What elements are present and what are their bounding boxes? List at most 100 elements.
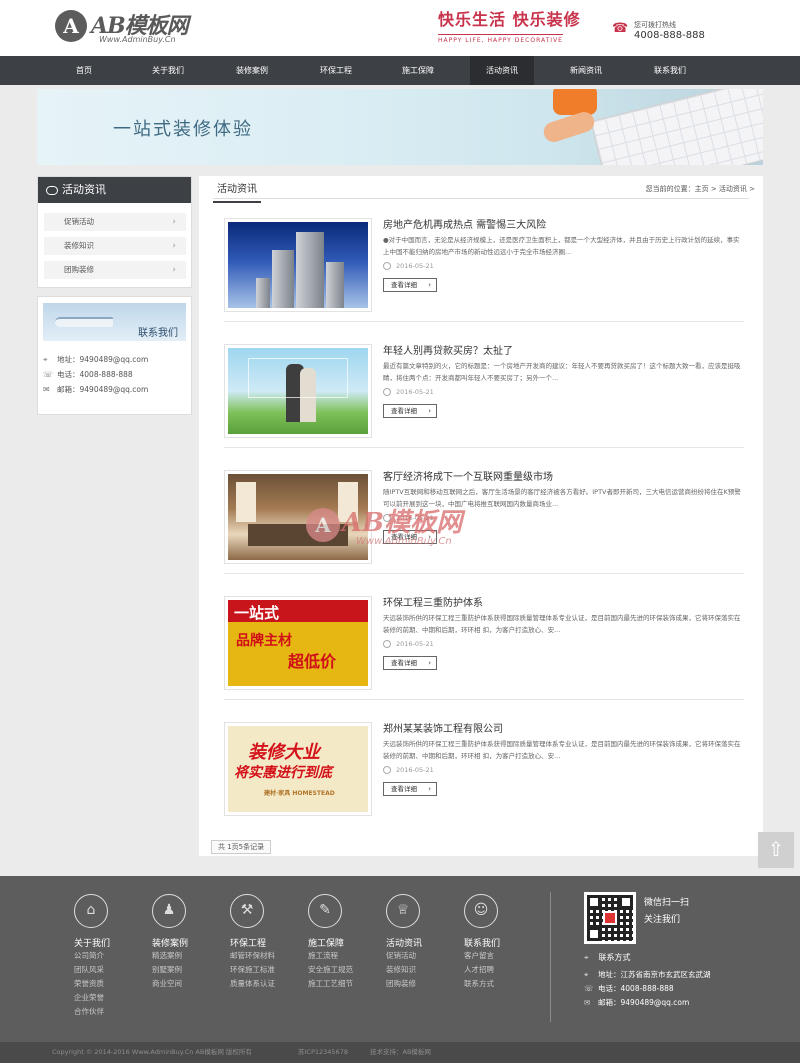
article-title[interactable]: 郑州某某装饰工程有限公司 [383,720,503,735]
footer-column-title[interactable]: 施工保障 [308,936,378,949]
article-date-text: 2016-05-21 [396,766,434,774]
article-date: 2016-05-21 [383,766,434,774]
footer-link[interactable]: 公司简介 [74,949,144,963]
site-logo[interactable]: A AB模板网 Www.AdminBuy.Cn [55,8,205,48]
sidebar-item-promotions[interactable]: 促销活动 › [44,213,186,231]
footer-link[interactable]: 环保施工标准 [230,963,300,977]
article-thumbnail[interactable]: 一站式 品牌主材 超低价 [224,596,372,690]
header-slogan: 快乐生活 快乐装修 HAPPY LIFE, HAPPY DECORATIVE [438,6,588,50]
article-date: 2016-05-21 [383,262,434,270]
article-date: 2016-05-21 [383,388,434,396]
phone-icon: ☏ [43,370,54,379]
footer-column-title[interactable]: 活动资讯 [386,936,456,949]
chevron-right-icon: › [428,281,431,289]
back-to-top-button[interactable]: ⇧ [758,832,794,868]
footer-link[interactable]: 企业荣誉 [74,991,144,1005]
list-item: 装修大业 将实惠进行到底 建材·家具 HOMESTEAD 郑州某某装饰工程有限公… [224,722,744,822]
chevron-right-icon: › [172,217,176,227]
breadcrumb[interactable]: 您当前的位置：主页 > 活动资讯 > [646,184,755,194]
nav-item-cases[interactable]: 装修案例 [220,56,284,85]
view-detail-button[interactable]: 查看详细 › [383,782,437,796]
article-title[interactable]: 年轻人别再贷款买房？太扯了 [383,342,513,357]
nav-item-contact[interactable]: 联系我们 [638,56,702,85]
wechat-qr-code [584,892,636,944]
footer-link[interactable]: 促销活动 [386,949,456,963]
cloud-icon [46,185,58,195]
view-detail-button[interactable]: 查看详细 › [383,530,437,544]
footer-link[interactable]: 精选案例 [152,949,222,963]
article-summary: 随IPTV互联网和移动互联网之后，客厅生活场景的客厅经济被各方看好。IPTV者即… [383,488,741,508]
location-icon: ⌖ [584,953,589,962]
footer-link[interactable]: 安全施工规范 [308,963,378,977]
thumb-text: 一站式 [234,604,280,622]
arrow-up-icon: ⇧ [767,837,785,861]
article-thumbnail[interactable] [224,344,372,438]
page-banner: 一站式装修体验 [37,89,763,165]
icp-number[interactable]: 苏ICP12345678 [298,1042,348,1063]
list-item: 客厅经济将成下一个互联网重量级市场 随IPTV互联网和移动互联网之后，客厅生活场… [224,468,744,574]
footer-link[interactable]: 施工流程 [308,949,378,963]
button-label: 查看详细 [391,407,417,415]
footer-link[interactable]: 团购装修 [386,977,456,991]
worker-image [533,89,603,165]
nav-item-home[interactable]: 首页 [52,56,116,85]
footer-link[interactable]: 人才招聘 [464,963,534,977]
sidebar-title-text: 活动资讯 [62,183,106,196]
article-title[interactable]: 房地产危机再成热点 需警惕三大风险 [383,216,546,231]
article-summary: 天远装饰所供的环保工程三重防护体系获得国际质量管理体系专业认证，是目前国内最先进… [383,614,741,634]
thumb-text: 将实惠进行到底 [234,765,332,781]
wechat-follow-label: 关注我们 [644,915,681,925]
location-icon: ⌖ [584,970,589,979]
site-footer: ⌂ 关于我们 公司简介 团队风采 荣誉资质 企业荣誉 合作伙伴 ♟ 装修案例 精… [0,876,800,1042]
nav-item-about[interactable]: 关于我们 [136,56,200,85]
article-date-text: 2016-05-21 [396,640,434,648]
sidebar-title: 活动资讯 [38,177,191,203]
airplane-image [55,317,113,327]
thumb-text: 品牌主材 [236,633,292,649]
footer-link[interactable]: 别墅案例 [152,963,222,977]
nav-item-eco[interactable]: 环保工程 [304,56,368,85]
footer-link[interactable]: 装修知识 [386,963,456,977]
footer-link[interactable]: 合作伙伴 [74,1005,144,1019]
thumb-text: 超低价 [288,652,337,671]
article-title[interactable]: 客厅经济将成下一个互联网重量级市场 [383,468,553,483]
article-title[interactable]: 环保工程三重防护体系 [383,594,483,609]
article-summary: 最近有篇文章特别的火，它的标题是：一个房地产开发商的建议：年轻人不要再贷款买房了… [383,362,741,382]
footer-column-title[interactable]: 装修案例 [152,936,222,949]
view-detail-button[interactable]: 查看详细 › [383,656,437,670]
slogan-en: HAPPY LIFE, HAPPY DECORATIVE [438,34,563,44]
footer-column-title[interactable]: 关于我们 [74,936,144,949]
trophy-icon: ♕ [386,894,420,928]
contact-banner-image: 联系我们 [43,303,186,341]
footer-column-title[interactable]: 环保工程 [230,936,300,949]
nav-item-construction[interactable]: 施工保障 [386,56,450,85]
article-thumbnail[interactable] [224,470,372,564]
footer-link[interactable]: 客户留言 [464,949,534,963]
sidebar-item-groupbuy[interactable]: 团购装修 › [44,261,186,279]
footer-link[interactable]: 荣誉资质 [74,977,144,991]
footer-link[interactable]: 团队风采 [74,963,144,977]
hotline-number: 4008-888-888 [634,30,705,41]
tech-support[interactable]: 技术支持：AB模板网 [370,1042,431,1063]
view-detail-button[interactable]: 查看详细 › [383,404,437,418]
footer-link[interactable]: 邮管环保材料 [230,949,300,963]
view-detail-button[interactable]: 查看详细 › [383,278,437,292]
nav-item-news[interactable]: 新闻资讯 [554,56,618,85]
nav-item-activities[interactable]: 活动资讯 [470,56,534,85]
site-header: A AB模板网 Www.AdminBuy.Cn 快乐生活 快乐装修 HAPPY … [0,0,800,56]
footer-contact-phone: ☏ 电话：4008-888-888 [584,983,674,994]
sidebar-item-label: 装修知识 [64,241,94,250]
article-summary: ●对于中国而言，无论是从经济规模上，还是医疗卫生面积上，都是一个大型经济体，并且… [383,236,740,256]
footer-column-title[interactable]: 联系我们 [464,936,534,949]
footer-link[interactable]: 施工工艺细节 [308,977,378,991]
contact-value[interactable]: 9490489@qq.com [80,385,149,394]
footer-link[interactable]: 商业空间 [152,977,222,991]
sidebar-item-knowledge[interactable]: 装修知识 › [44,237,186,255]
article-thumbnail[interactable]: 装修大业 将实惠进行到底 建材·家具 HOMESTEAD [224,722,372,816]
button-label: 查看详细 [391,533,417,541]
footer-link[interactable]: 质量体系认证 [230,977,300,991]
article-thumbnail[interactable] [224,218,372,312]
footer-link[interactable]: 联系方式 [464,977,534,991]
chevron-right-icon: › [172,265,176,275]
clock-icon [383,262,391,270]
